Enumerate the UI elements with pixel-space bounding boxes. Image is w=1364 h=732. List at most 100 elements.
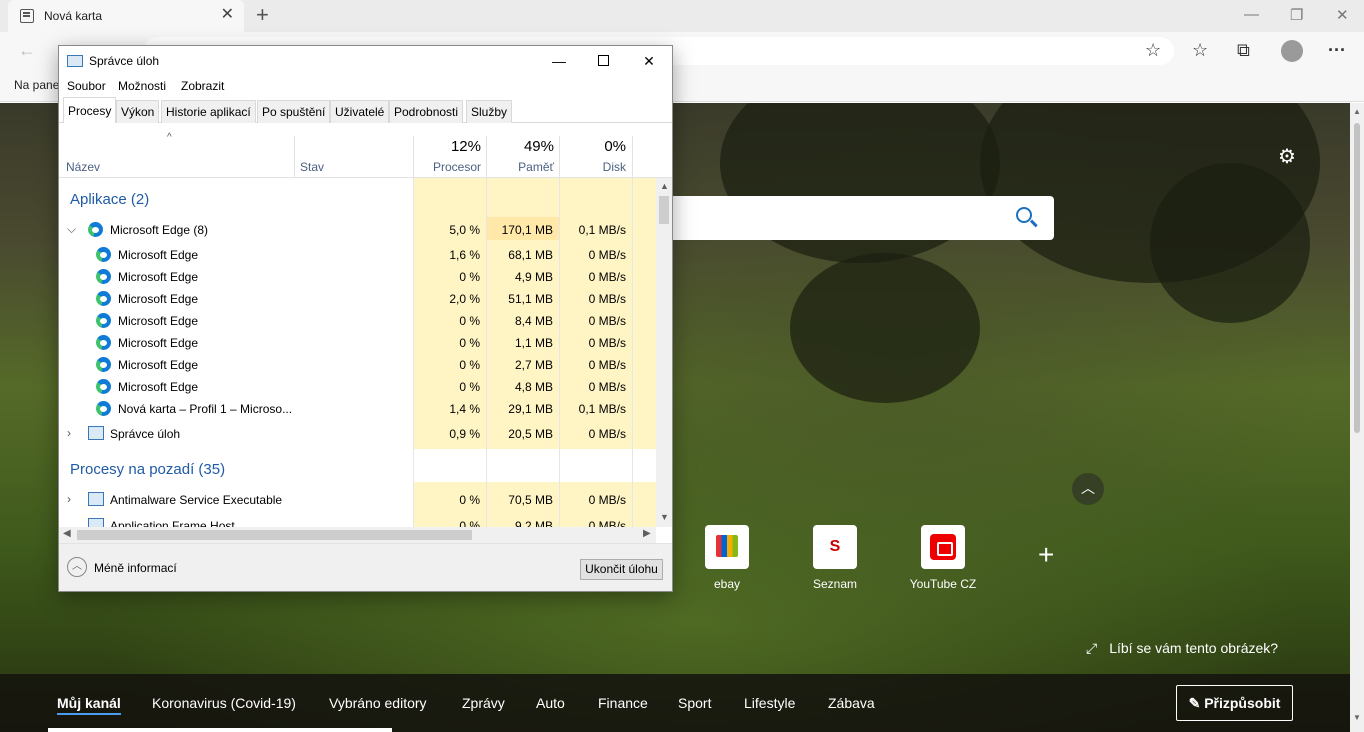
quick-link-ebay[interactable]: ebay	[682, 525, 772, 591]
table-row[interactable]: Microsoft Edge 0 % 1,1 MB 0 MB/s	[59, 332, 656, 354]
feed-tab-entertainment[interactable]: Zábava	[828, 695, 875, 711]
table-row[interactable]: Microsoft Edge 0 % 2,7 MB 0 MB/s	[59, 354, 656, 376]
feed-tab-finance[interactable]: Finance	[598, 695, 648, 711]
table-row[interactable]: › Správce úloh 0,9 % 20,5 MB 0 MB/s	[59, 423, 656, 445]
close-window-button[interactable]: ✕	[1336, 6, 1349, 24]
column-name[interactable]: Název	[66, 160, 100, 174]
tm-maximize-button[interactable]	[581, 50, 625, 74]
quick-link-seznam[interactable]: S Seznam	[790, 525, 880, 591]
more-options-icon[interactable]: ···	[1328, 41, 1346, 59]
browser-tab[interactable]: Nová karta ✕	[8, 0, 244, 32]
collapse-tiles-chevron-icon[interactable]: ︿	[1072, 473, 1104, 505]
table-row[interactable]: Microsoft Edge 0 % 4,9 MB 0 MB/s	[59, 266, 656, 288]
minimize-button[interactable]: —	[1244, 6, 1259, 23]
feed-tab-my-channel[interactable]: Můj kanál	[57, 695, 121, 715]
expand-chevron-icon[interactable]: ›	[67, 492, 71, 506]
page-scroll-thumb[interactable]	[1354, 123, 1360, 433]
table-row[interactable]: Microsoft Edge 2,0 % 51,1 MB 0 MB/s	[59, 288, 656, 310]
disk-value: 0,1 MB/s	[578, 402, 626, 416]
feed-tab-sport[interactable]: Sport	[678, 695, 711, 711]
table-row[interactable]: › Antimalware Service Executable 0 % 70,…	[59, 489, 656, 511]
sort-caret-icon: ^	[167, 132, 172, 143]
menu-options[interactable]: Možnosti	[118, 79, 166, 93]
cpu-percent[interactable]: 12%	[411, 138, 481, 155]
web-search-box[interactable]	[670, 196, 1054, 240]
edge-icon	[96, 269, 111, 284]
table-row[interactable]: Microsoft Edge 0 % 8,4 MB 0 MB/s	[59, 310, 656, 332]
disk-value: 0 MB/s	[588, 427, 626, 441]
hscroll-thumb[interactable]	[77, 530, 472, 540]
back-arrow-icon[interactable]: ←	[18, 40, 36, 61]
tab-app-history[interactable]: Historie aplikací	[161, 100, 256, 123]
tab-performance[interactable]: Výkon	[116, 100, 160, 123]
end-task-button[interactable]: Ukončit úlohu	[580, 559, 663, 580]
memory-percent[interactable]: 49%	[484, 138, 554, 155]
favorites-bar-label[interactable]: Na pane	[14, 78, 59, 92]
tab-processes[interactable]: Procesy	[63, 97, 117, 123]
expand-image-icon[interactable]: ⤢	[1086, 640, 1097, 656]
column-memory[interactable]: Paměť	[484, 160, 554, 174]
scroll-down-icon[interactable]: ▼	[1353, 713, 1361, 722]
restore-button[interactable]: ❐	[1290, 6, 1303, 24]
favorites-icon[interactable]: ☆	[1192, 41, 1208, 59]
disk-value: 0 MB/s	[588, 336, 626, 350]
column-divider[interactable]	[294, 136, 295, 178]
feed-tab-lifestyle[interactable]: Lifestyle	[744, 695, 795, 711]
feed-tab-editors[interactable]: Vybráno editory	[329, 695, 427, 711]
scroll-up-icon[interactable]: ▲	[1353, 107, 1361, 116]
feed-tab-covid[interactable]: Koronavirus (Covid-19)	[152, 695, 296, 711]
tab-users[interactable]: Uživatelé	[330, 100, 390, 123]
page-scrollbar[interactable]: ▲ ▼	[1350, 103, 1364, 732]
add-favorite-icon[interactable]: ☆	[1145, 41, 1161, 59]
collections-icon[interactable]: ⧉	[1237, 41, 1250, 59]
search-icon[interactable]	[1016, 207, 1032, 223]
edge-icon	[96, 247, 111, 262]
customize-button[interactable]: ✎ Přizpůsobit	[1176, 685, 1293, 721]
fewer-details-chevron-icon[interactable]: ︿	[67, 557, 87, 577]
column-cpu[interactable]: Procesor	[411, 160, 481, 174]
cpu-value: 5,0 %	[449, 223, 480, 237]
disk-value: 0 MB/s	[588, 314, 626, 328]
table-row[interactable]: Application Frame Host 0 % 9,2 MB 0 MB/s	[59, 515, 656, 527]
cpu-value: 0 %	[459, 270, 480, 284]
disk-percent[interactable]: 0%	[556, 138, 626, 155]
new-tab-button[interactable]: +	[256, 4, 269, 26]
column-disk[interactable]: Disk	[556, 160, 626, 174]
scroll-left-icon[interactable]: ◀	[63, 528, 71, 539]
scroll-down-icon[interactable]: ▼	[660, 512, 669, 522]
table-row[interactable]: Microsoft Edge 1,6 % 68,1 MB 0 MB/s	[59, 244, 656, 266]
menu-view[interactable]: Zobrazit	[181, 79, 224, 93]
tab-services[interactable]: Služby	[466, 100, 513, 123]
process-list[interactable]: Aplikace (2) ⌵ Microsoft Edge (8) 5,0 % …	[59, 178, 656, 527]
process-list-vscroll[interactable]: ▲ ▼	[656, 178, 672, 527]
tm-close-button[interactable]: ✕	[627, 50, 671, 74]
tab-close-icon[interactable]: ✕	[221, 7, 234, 23]
disk-value: 0 MB/s	[588, 292, 626, 306]
tab-bar: Procesy Výkon Historie aplikací Po spušt…	[59, 97, 672, 123]
add-quick-link-plus-icon[interactable]: +	[1038, 541, 1054, 569]
quick-link-youtube-cz[interactable]: YouTube CZ	[898, 525, 988, 591]
table-row[interactable]: ⌵ Microsoft Edge (8) 5,0 % 170,1 MB 0,1 …	[59, 219, 656, 241]
scroll-right-icon[interactable]: ▶	[643, 528, 651, 539]
fewer-details-link[interactable]: Méně informací	[94, 561, 177, 575]
scroll-up-icon[interactable]: ▲	[660, 181, 669, 191]
process-list-hscroll[interactable]: ◀ ▶	[59, 527, 656, 543]
task-manager-titlebar[interactable]: Správce úloh — ✕	[59, 46, 672, 76]
collapse-chevron-icon[interactable]: ⌵	[67, 222, 76, 237]
column-divider[interactable]	[632, 136, 633, 178]
feed-tab-news[interactable]: Zprávy	[462, 695, 505, 711]
expand-chevron-icon[interactable]: ›	[67, 426, 71, 440]
tab-startup[interactable]: Po spuštění	[257, 100, 331, 123]
image-feedback[interactable]: ⤢ Líbí se vám tento obrázek?	[1086, 640, 1278, 657]
menu-file[interactable]: Soubor	[67, 79, 106, 93]
tm-minimize-button[interactable]: —	[537, 50, 581, 74]
vscroll-thumb[interactable]	[659, 196, 669, 224]
column-status[interactable]: Stav	[300, 160, 324, 174]
tab-details[interactable]: Podrobnosti	[389, 100, 464, 123]
page-settings-gear-icon[interactable]: ⚙	[1278, 144, 1296, 169]
feed-tab-auto[interactable]: Auto	[536, 695, 565, 711]
table-row[interactable]: Nová karta – Profil 1 – Microso... 1,4 %…	[59, 398, 656, 420]
profile-avatar[interactable]	[1281, 40, 1303, 62]
process-name: Správce úloh	[110, 427, 181, 441]
table-row[interactable]: Microsoft Edge 0 % 4,8 MB 0 MB/s	[59, 376, 656, 398]
